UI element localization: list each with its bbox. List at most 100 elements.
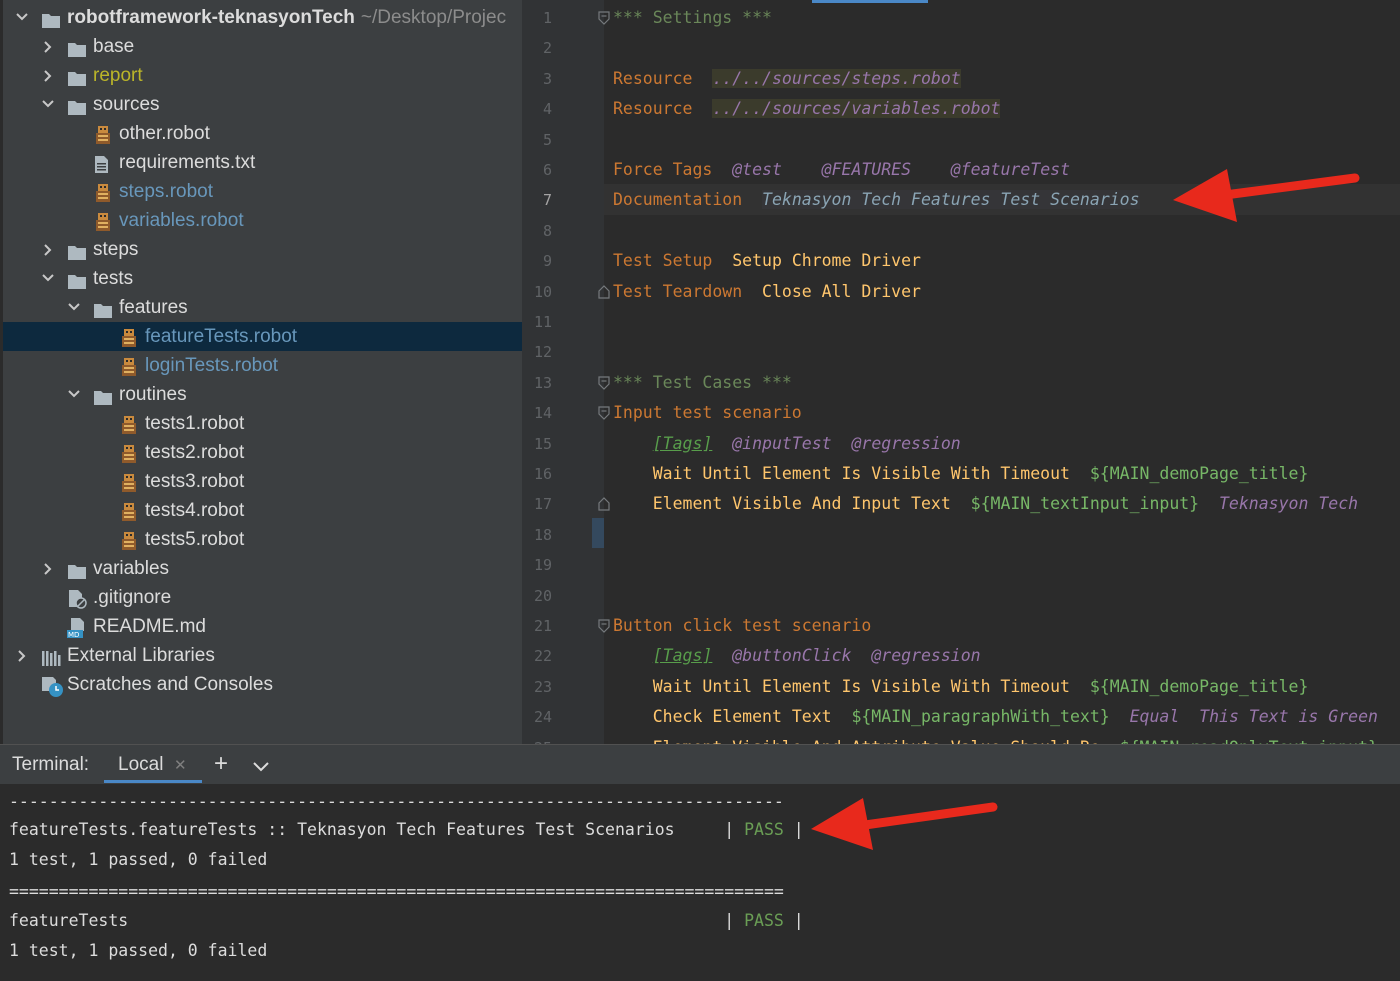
robot-file-icon (93, 125, 113, 144)
code-line: Resource ../../sources/steps.robot (613, 64, 961, 94)
tree-item-other-robot[interactable]: other.robot (3, 119, 522, 148)
chevron-down-icon[interactable] (67, 380, 81, 409)
terminal-separator-eq: ========================================… (9, 882, 784, 901)
line-number: 19 (533, 556, 552, 575)
robot-file-icon (93, 183, 113, 202)
code-token: Test Setup (613, 251, 713, 271)
add-terminal-button[interactable]: + (214, 750, 228, 778)
tree-item-variables[interactable]: variables (3, 554, 522, 583)
fold-end-icon[interactable] (598, 489, 610, 519)
tree-item-tests2-robot[interactable]: tests2.robot (3, 438, 522, 467)
chevron-down-icon[interactable] (15, 3, 29, 32)
chevron-right-icon[interactable] (41, 554, 55, 583)
tree-item-steps-robot[interactable]: steps.robot (3, 177, 522, 206)
tree-item-featuretests-robot[interactable]: featureTests.robot (3, 322, 522, 351)
chevron-down-icon[interactable] (41, 264, 55, 293)
code-token: @regression (871, 646, 981, 666)
tree-item-label: sources (93, 94, 160, 115)
terminal-total-summary: 1 test, 1 passed, 0 failed (9, 941, 268, 960)
code-line: [Tags] @buttonClick @regression (613, 641, 981, 671)
tree-item-tests3-robot[interactable]: tests3.robot (3, 467, 522, 496)
code-line: Check Element Text ${MAIN_paragraphWith_… (613, 702, 1378, 732)
tree-item-label: other.robot (119, 123, 210, 144)
tree-item-label: Scratches and Consoles (67, 674, 273, 695)
tab-local[interactable]: Local ✕ (104, 745, 202, 783)
code-token: ../../sources/variables.robot (712, 99, 1001, 119)
close-icon[interactable]: ✕ (174, 756, 187, 774)
line-number: 3 (542, 69, 552, 88)
line-number: 18 (533, 525, 552, 544)
code-token: ${MAIN_demoPage_title} (1089, 464, 1309, 483)
tree-item-features[interactable]: features (3, 293, 522, 322)
tree-item-routines[interactable]: routines (3, 380, 522, 409)
tree-item-external-libraries[interactable]: External Libraries (3, 641, 522, 670)
tree-item-base[interactable]: base (3, 32, 522, 61)
terminal-panel[interactable]: Terminal: Local ✕ + --------------------… (0, 744, 1400, 981)
chevron-right-icon[interactable] (41, 235, 55, 264)
code-line: *** Settings *** (613, 3, 772, 33)
code-line: Force Tags @test @FEATURES @featureTest (613, 155, 1070, 185)
code-token: Button click test scenario (613, 616, 872, 635)
tree-item-label: tests1.robot (145, 413, 245, 434)
fold-start-icon[interactable] (598, 398, 610, 428)
tree-item-sources[interactable]: sources (3, 90, 522, 119)
code-token: @buttonClick (732, 646, 852, 666)
tree-item-tests4-robot[interactable]: tests4.robot (3, 496, 522, 525)
code-line: Resource ../../sources/variables.robot (613, 94, 1001, 124)
fold-end-icon[interactable] (598, 277, 610, 307)
line-number: 9 (542, 252, 552, 271)
line-number: 6 (542, 161, 552, 179)
tree-item-requirements-txt[interactable]: requirements.txt (3, 148, 522, 177)
chevron-right-icon[interactable] (41, 32, 55, 61)
fold-start-icon[interactable] (598, 3, 610, 33)
line-number: 16 (533, 465, 552, 483)
line-number: 25 (522, 733, 552, 744)
code-token: This Text is Green (1199, 707, 1378, 727)
chevron-down-icon[interactable] (252, 759, 270, 777)
pipe-end: | (783, 820, 804, 839)
tree-item-tests1-robot[interactable]: tests1.robot (3, 409, 522, 438)
tree-item-robotframework-teknasyontech[interactable]: robotframework-teknasyonTech ~/Desktop/Pr… (3, 3, 522, 32)
code-line: *** Test Cases *** (613, 368, 792, 398)
terminal-summary-line: 1 test, 1 passed, 0 failed (9, 850, 268, 869)
tree-item-gitignore[interactable]: .gitignore (3, 583, 522, 612)
pass-label: PASS (744, 911, 784, 930)
code-token: @test (732, 160, 782, 179)
terminal-separator-dash: ----------------------------------------… (9, 792, 784, 811)
line-number: 2 (542, 39, 552, 58)
code-token: Check Element Text (652, 707, 832, 727)
tree-item-steps[interactable]: steps (3, 235, 522, 264)
chevron-right-icon[interactable] (41, 61, 55, 90)
tree-item-report[interactable]: report (3, 61, 522, 90)
tree-item-readme-md[interactable]: MD README.md (3, 612, 522, 641)
fold-start-icon[interactable] (598, 611, 610, 641)
tree-item-logintests-robot[interactable]: loginTests.robot (3, 351, 522, 380)
code-token: @inputTest (732, 433, 832, 453)
chevron-down-icon[interactable] (67, 293, 81, 322)
folder-icon (67, 38, 87, 57)
tree-item-tests5-robot[interactable]: tests5.robot (3, 525, 522, 554)
code-token: ${MAIN_demoPage_title} (1089, 676, 1309, 696)
tree-item-scratches-and-consoles[interactable]: Scratches and Consoles (3, 670, 522, 699)
project-path: ~/Desktop/Projec (360, 7, 507, 28)
active-tab-indicator (812, 0, 928, 3)
chevron-down-icon[interactable] (41, 90, 55, 119)
code-token: Teknasyon Tech Features Test Scenarios (762, 190, 1140, 210)
fold-start-icon[interactable] (598, 368, 610, 398)
tree-item-tests[interactable]: tests (3, 264, 522, 293)
code-line: Input test scenario (613, 398, 802, 428)
chevron-right-icon[interactable] (15, 641, 29, 670)
code-token: ${MAIN_paragraphWith_text} (851, 707, 1110, 727)
tree-item-variables-robot[interactable]: variables.robot (3, 206, 522, 235)
pipe-end: | (783, 911, 804, 930)
code-editor[interactable]: 1234567891011121314151617181920212223242… (522, 0, 1400, 744)
gutter-caret-marker (592, 518, 604, 548)
